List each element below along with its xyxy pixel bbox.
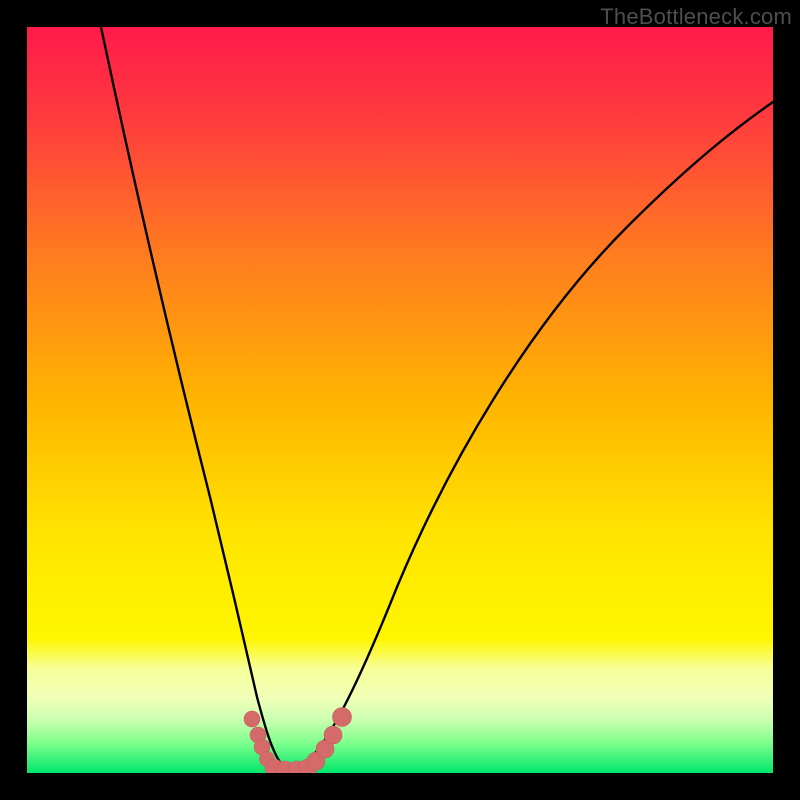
gradient-background [27,27,773,773]
chart-svg [27,27,773,773]
watermark-text: TheBottleneck.com [600,4,792,30]
chart-frame: TheBottleneck.com [0,0,800,800]
plot-area [27,27,773,773]
